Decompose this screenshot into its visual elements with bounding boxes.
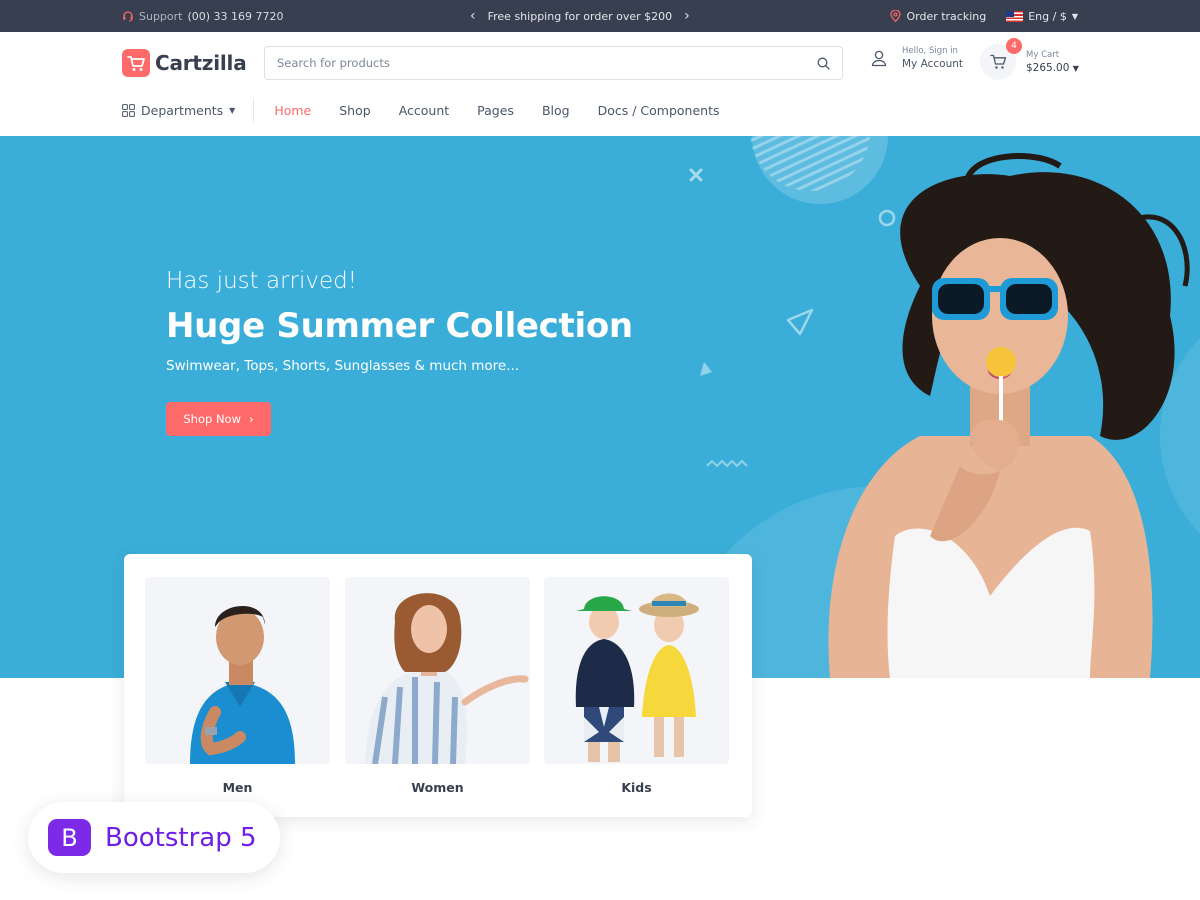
brand-logo[interactable]: Cartzilla	[122, 49, 247, 77]
nav-item-blog[interactable]: Blog	[542, 103, 570, 118]
category-men-label: Men	[222, 780, 253, 795]
nav-item-shop[interactable]: Shop	[339, 103, 370, 118]
category-kids[interactable]: Kids	[544, 577, 729, 795]
language-label: Eng / $	[1028, 9, 1067, 23]
hero-model-image	[828, 153, 1190, 678]
chevron-left-icon[interactable]: ‹	[470, 8, 476, 24]
account-label: My Account	[902, 58, 964, 70]
user-icon	[871, 50, 887, 67]
map-pin-icon	[890, 10, 902, 22]
departments-label: Departments	[141, 102, 224, 118]
category-kids-label: Kids	[621, 780, 652, 795]
promo-carousel: ‹ Free shipping for order over $200 ›	[470, 0, 690, 32]
brand-name: Cartzilla	[155, 51, 247, 75]
us-flag-icon	[1006, 10, 1024, 22]
promo-text: Free shipping for order over $200	[487, 9, 673, 23]
search-input[interactable]	[277, 56, 817, 70]
nav-item-pages[interactable]: Pages	[477, 103, 514, 118]
chevron-right-icon[interactable]: ›	[684, 8, 690, 24]
chevron-right-icon: ›	[249, 412, 254, 426]
category-women-image	[345, 577, 530, 764]
cart-label: My Cart	[1026, 50, 1060, 60]
hero-title: Huge Summer Collection	[166, 306, 633, 346]
nav-item-docs[interactable]: Docs / Components	[598, 103, 720, 118]
caret-down-icon: ▼	[229, 105, 236, 115]
cart-logo-icon	[122, 49, 150, 77]
language-currency-selector[interactable]: Eng / $ ▼	[1006, 10, 1078, 23]
topbar: Support (00) 33 169 7720 ‹ Free shipping…	[0, 0, 1200, 32]
category-women-label: Women	[411, 780, 464, 795]
order-tracking-label: Order tracking	[906, 9, 987, 23]
departments-dropdown[interactable]: Departments ▼	[122, 98, 255, 122]
caret-down-icon: ▼	[1072, 64, 1079, 73]
nav-item-home[interactable]: Home	[274, 103, 311, 118]
bootstrap-logo-letter: B	[61, 823, 78, 852]
account-greeting: Hello, Sign in	[902, 46, 958, 56]
cart-total: $265.00 ▼	[1026, 62, 1079, 74]
cart-button[interactable]: 4 My Cart $265.00 ▼	[980, 38, 1079, 80]
main-menu: Departments ▼ Home Shop Account Pages Bl…	[122, 98, 720, 122]
headset-icon	[123, 11, 133, 22]
order-tracking-link[interactable]: Order tracking	[890, 10, 986, 23]
cart-total-value: $265.00	[1026, 62, 1070, 74]
support-info[interactable]: Support (00) 33 169 7720	[122, 0, 284, 32]
grid-icon	[122, 103, 135, 117]
bootstrap-logo-icon: B	[48, 819, 91, 856]
nav-items: Home Shop Account Pages Blog Docs / Comp…	[274, 103, 719, 118]
support-label: Support	[139, 9, 183, 23]
category-kids-image	[544, 577, 729, 764]
caret-down-icon: ▼	[1071, 11, 1078, 21]
shop-now-label: Shop Now	[183, 412, 241, 426]
category-men-image	[145, 577, 330, 764]
navbar: Cartzilla Hello, Sign in My Account 4 My…	[0, 32, 1200, 136]
bootstrap-badge: B Bootstrap 5	[28, 802, 280, 873]
support-phone[interactable]: (00) 33 169 7720	[187, 10, 283, 23]
category-card: Men Women Kids	[124, 554, 752, 817]
shop-now-button[interactable]: Shop Now ›	[166, 402, 271, 436]
account-link[interactable]: Hello, Sign in My Account	[870, 46, 963, 70]
bootstrap-label: Bootstrap 5	[105, 822, 257, 853]
cart-icon-wrapper: 4	[980, 38, 1022, 80]
search-bar	[264, 46, 843, 80]
shopping-cart-icon	[989, 54, 1006, 69]
cart-count-badge: 4	[1006, 38, 1022, 54]
category-men[interactable]: Men	[145, 577, 330, 795]
hero-description: Swimwear, Tops, Shorts, Sunglasses & muc…	[166, 358, 520, 374]
search-icon[interactable]	[817, 57, 830, 70]
category-women[interactable]: Women	[345, 577, 530, 795]
topbar-right: Order tracking Eng / $ ▼	[890, 0, 1078, 32]
hero-subtitle: Has just arrived!	[166, 268, 357, 294]
nav-item-account[interactable]: Account	[399, 103, 449, 118]
